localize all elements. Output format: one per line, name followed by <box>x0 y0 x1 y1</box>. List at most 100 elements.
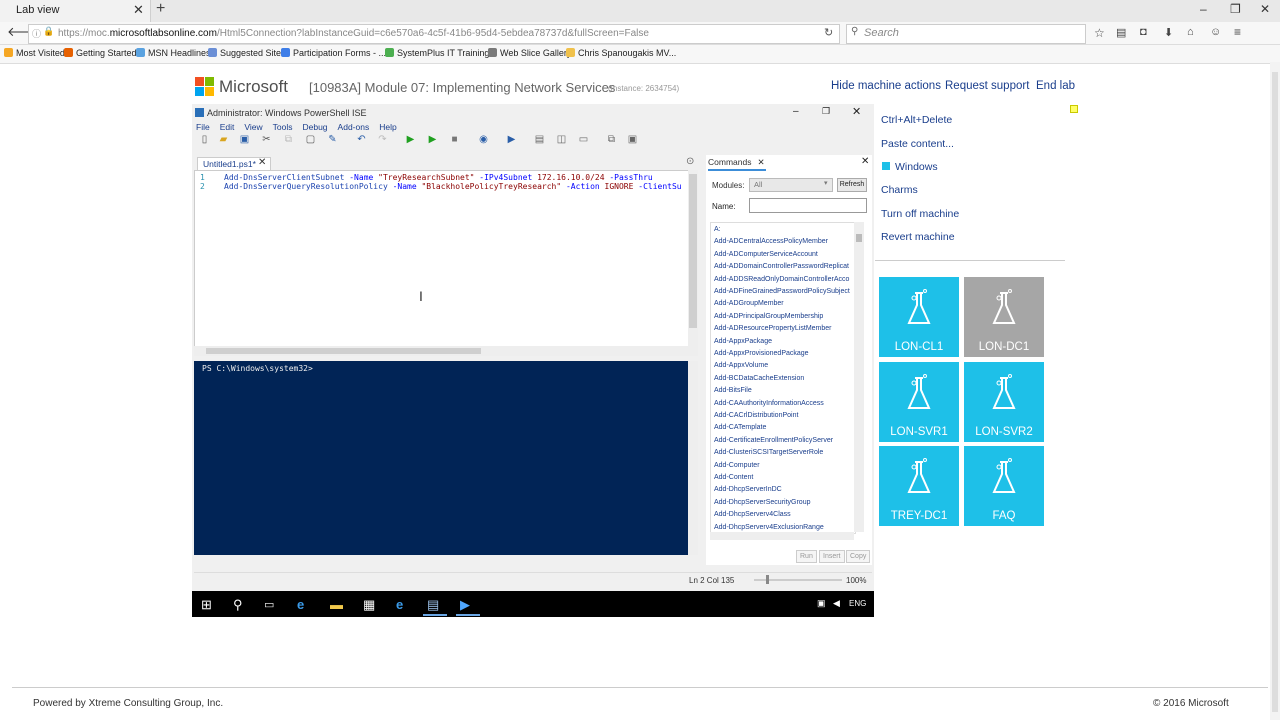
remote-tab-icon[interactable]: ◉ <box>478 134 489 145</box>
command-item[interactable]: Add-AppxPackage <box>714 338 772 345</box>
script-tab-close-icon[interactable]: ✕ <box>258 157 266 168</box>
menu-help[interactable]: Help <box>379 122 396 132</box>
machine-tile-trey-dc1[interactable]: TREY-DC1 <box>879 446 959 526</box>
bookmark-item[interactable]: Chris Spanougakis MV... <box>566 48 676 58</box>
start-windows-icon[interactable]: ⊞ <box>201 597 212 613</box>
command-item[interactable]: Add-AppxVolume <box>714 362 768 369</box>
network-icon[interactable]: ▣ <box>817 598 826 609</box>
paste-content-link[interactable]: Paste content... <box>881 138 954 150</box>
browser-tab[interactable]: Lab view ✕ <box>0 0 151 22</box>
commands-tab[interactable]: Commands ✕ <box>708 157 766 171</box>
bookmark-item[interactable]: SystemPlus IT Training... <box>385 48 497 58</box>
charms-link[interactable]: Charms <box>881 184 918 196</box>
run-selection-icon[interactable]: ▶ <box>427 134 438 145</box>
server-manager-icon[interactable]: ▤ <box>427 597 439 613</box>
menu-view[interactable]: View <box>244 122 262 132</box>
powershell-ise-taskbar-icon[interactable]: ▶ <box>460 597 470 613</box>
hide-machine-actions-link[interactable]: Hide machine actions <box>831 80 941 92</box>
commands-list-scrollbar[interactable] <box>854 222 864 532</box>
script-tab[interactable]: Untitled1.ps1* ✕ <box>197 157 271 171</box>
commands-list-scroll-thumb[interactable] <box>856 234 862 242</box>
command-item[interactable]: Add-AppxProvisionedPackage <box>714 350 809 357</box>
save-icon[interactable]: ▣ <box>239 134 250 145</box>
page-scroll-thumb[interactable] <box>1272 72 1278 712</box>
info-icon[interactable]: ⓘ <box>32 27 41 40</box>
bookmark-item[interactable]: MSN Headlines <box>136 48 211 58</box>
start-powershell-icon[interactable]: ▶ <box>506 134 517 145</box>
show-script-top-icon[interactable]: ▤ <box>534 134 545 145</box>
command-item[interactable]: Add-BitsFile <box>714 387 752 394</box>
tab-close-icon[interactable]: ✕ <box>133 2 144 18</box>
machine-tile-lon-dc1[interactable]: LON-DC1 <box>964 277 1044 357</box>
machine-tile-lon-svr2[interactable]: LON-SVR2 <box>964 362 1044 442</box>
redo-icon[interactable]: ↷ <box>377 134 388 145</box>
undo-icon[interactable]: ↶ <box>356 134 367 145</box>
file-explorer-icon[interactable]: ▬ <box>330 597 343 612</box>
modules-select[interactable]: All ▾ <box>749 178 833 192</box>
editor-scroll-thumb[interactable] <box>689 174 697 328</box>
new-file-icon[interactable]: ▯ <box>199 134 210 145</box>
edge-icon[interactable]: e <box>297 597 304 612</box>
bookmark-item[interactable]: Participation Forms - ... <box>281 48 386 58</box>
search-input[interactable]: Search <box>864 27 899 39</box>
menu-tools[interactable]: Tools <box>273 122 293 132</box>
show-script-max-icon[interactable]: ▭ <box>578 134 589 145</box>
command-item[interactable]: A: <box>714 226 721 233</box>
input-language[interactable]: ENG <box>849 599 866 608</box>
editor-hscroll-thumb[interactable] <box>206 348 481 354</box>
machine-tile-lon-svr1[interactable]: LON-SVR1 <box>879 362 959 442</box>
bookmark-item[interactable]: Web Slice Gallery <box>488 48 571 58</box>
command-item[interactable]: Add-CATemplate <box>714 424 766 431</box>
console-pane[interactable] <box>194 361 688 555</box>
minimize-icon[interactable]: – <box>1200 2 1207 16</box>
command-item[interactable]: Add-ADPrincipalGroupMembership <box>714 313 823 320</box>
menu-debug[interactable]: Debug <box>302 122 327 132</box>
new-tab-icon[interactable]: + <box>156 0 165 18</box>
home-icon[interactable]: ⌂ <box>1187 26 1194 38</box>
command-item[interactable]: Add-CertificateEnrollmentPolicyServer <box>714 437 833 444</box>
open-file-icon[interactable]: ▰ <box>218 134 229 145</box>
turn-off-machine-link[interactable]: Turn off machine <box>881 208 959 220</box>
bookmark-item[interactable]: Most Visited <box>4 48 65 58</box>
show-command-addon-icon[interactable]: ▣ <box>627 134 638 145</box>
show-script-right-icon[interactable]: ◫ <box>556 134 567 145</box>
command-item[interactable]: Add-ADComputerServiceAccount <box>714 251 818 258</box>
windows-link[interactable]: Windows <box>895 161 938 173</box>
command-item[interactable]: Add-DhcpServerv4ExclusionRange <box>714 524 824 531</box>
commands-pane-close-icon[interactable]: ✕ <box>861 156 869 167</box>
command-item[interactable]: Add-ADFineGrainedPasswordPolicySubject <box>714 288 850 295</box>
task-view-icon[interactable]: ▭ <box>264 598 274 611</box>
command-item[interactable]: Add-ClusteriSCSITargetServerRole <box>714 449 823 456</box>
run-icon[interactable]: ▶ <box>405 134 416 145</box>
collapse-script-pane-icon[interactable]: ⊙ <box>686 156 694 167</box>
window-close-icon[interactable]: ✕ <box>1260 2 1270 16</box>
reload-icon[interactable]: ↻ <box>824 26 833 39</box>
download-icon[interactable]: ⬇ <box>1164 26 1173 39</box>
chat-icon[interactable]: ☺ <box>1210 26 1221 38</box>
copy-button[interactable]: Copy <box>846 550 871 563</box>
show-command-window-icon[interactable]: ⧉ <box>606 134 617 145</box>
command-item[interactable]: Add-DhcpServerv4Class <box>714 511 791 518</box>
end-lab-link[interactable]: End lab <box>1036 80 1075 92</box>
bookmark-item[interactable]: Suggested Sites <box>208 48 286 58</box>
bookmark-item[interactable]: Getting Started <box>64 48 137 58</box>
internet-explorer-icon[interactable]: e <box>396 597 403 612</box>
copy-icon[interactable]: ⧉ <box>283 134 294 145</box>
menu-edit[interactable]: Edit <box>220 122 235 132</box>
command-item[interactable]: Add-ADGroupMember <box>714 300 784 307</box>
url-text[interactable]: https://moc.microsoftlabsonline.com/Html… <box>58 28 649 39</box>
ise-minimize-icon[interactable]: – <box>793 106 799 117</box>
console-scrollbar[interactable] <box>688 361 698 555</box>
menu-icon[interactable]: ≡ <box>1234 25 1241 39</box>
command-item[interactable]: Add-ADDSReadOnlyDomainControllerAcco <box>714 276 849 283</box>
command-item[interactable]: Add-DhcpServerInDC <box>714 486 782 493</box>
zoom-slider-handle[interactable] <box>766 575 769 584</box>
ise-restore-icon[interactable]: ❐ <box>822 106 830 117</box>
restore-icon[interactable]: ❐ <box>1230 2 1241 16</box>
request-support-link[interactable]: Request support <box>945 80 1029 92</box>
clear-icon[interactable]: ✎ <box>327 134 338 145</box>
paste-icon[interactable]: ▢ <box>305 134 316 145</box>
command-item[interactable]: Add-ADResourcePropertyListMember <box>714 325 832 332</box>
ise-close-icon[interactable]: ✕ <box>852 105 861 118</box>
bookmark-star-icon[interactable]: ☆ <box>1094 26 1105 40</box>
